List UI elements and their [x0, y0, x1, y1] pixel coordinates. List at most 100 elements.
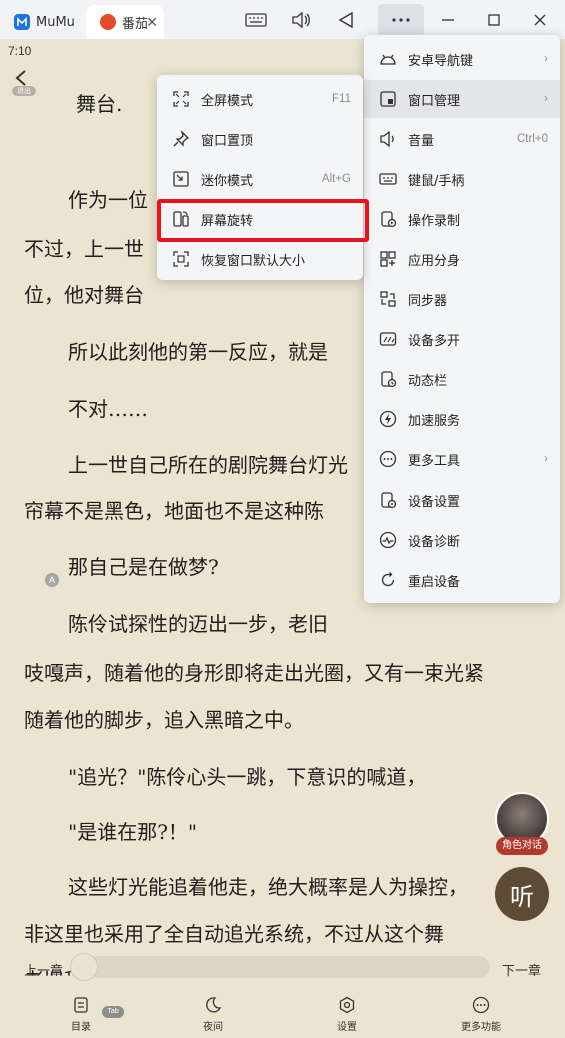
- menu-item-label: 音量: [408, 133, 435, 149]
- multi-instance-icon: [378, 329, 398, 349]
- paragraph: 所以此刻他的第一反应，就是: [68, 340, 328, 364]
- chapter-progress-track[interactable]: [70, 956, 490, 978]
- chapter-progress-thumb[interactable]: [70, 953, 98, 981]
- android-icon: [378, 49, 398, 69]
- moon-icon: [204, 996, 222, 1014]
- tab-shortcut-badge: Tab: [102, 1006, 124, 1018]
- pin-icon: [171, 129, 191, 149]
- catalog-icon: [72, 996, 90, 1014]
- paragraph: 不过，上一世: [24, 237, 144, 261]
- menu-item-label: 窗口置顶: [201, 133, 254, 149]
- close-icon[interactable]: [526, 6, 554, 34]
- menu-item-pin-window[interactable]: 窗口置顶: [157, 120, 363, 158]
- menu-item-label: 全屏模式: [201, 93, 254, 109]
- paragraph: 位，他对舞台: [24, 283, 144, 307]
- device-settings-icon: [378, 490, 398, 510]
- menu-item-fullscreen[interactable]: 全屏模式 F11: [157, 80, 363, 118]
- tab-label: MuMu: [36, 14, 75, 30]
- volume-icon[interactable]: [287, 6, 315, 34]
- menu-item-dynamic-bar[interactable]: 动态栏: [364, 360, 560, 398]
- menu-item-label: 键鼠/手柄: [408, 173, 465, 189]
- mumu-logo-icon: [14, 14, 30, 30]
- menu-item-app-clone[interactable]: 应用分身: [364, 240, 560, 278]
- menu-item-label: 设备诊断: [408, 534, 461, 550]
- record-icon: [378, 209, 398, 229]
- menu-item-more-tools[interactable]: 更多工具 ›: [364, 440, 560, 478]
- menu-item-label: 设备设置: [408, 494, 461, 510]
- menu-item-volume[interactable]: 音量 Ctrl+0: [364, 120, 560, 158]
- paragraph-comment-marker[interactable]: A: [45, 573, 59, 587]
- minimize-icon[interactable]: [434, 6, 462, 34]
- paragraph: 上一世自己所在的剧院舞台灯光: [68, 453, 348, 477]
- app-logo-icon: [100, 14, 116, 30]
- sync-icon: [378, 289, 398, 309]
- back-icon[interactable]: [332, 6, 360, 34]
- menu-item-restart[interactable]: 重启设备: [364, 561, 560, 599]
- menu-item-label: 动态栏: [408, 373, 448, 389]
- shortcut-label: Ctrl+0: [517, 133, 548, 145]
- menu-item-label: 加速服务: [408, 413, 461, 429]
- more-circle-icon: [472, 996, 490, 1014]
- nav-label: 设置: [337, 1022, 357, 1033]
- window-management-submenu: 全屏模式 F11 窗口置顶 迷你模式 Alt+G 屏幕旋转 恢复窗口默认大小: [157, 75, 363, 280]
- menu-item-label: 重启设备: [408, 574, 461, 590]
- paragraph: 陈伶试探性的迈出一步，老旧: [68, 612, 328, 636]
- volume-icon: [378, 129, 398, 149]
- paragraph: 作为一位: [68, 188, 148, 212]
- tab-label: 番茄: [122, 16, 149, 32]
- nav-settings[interactable]: 设置: [307, 996, 387, 1033]
- menu-item-label: 窗口管理: [408, 93, 461, 109]
- paragraph: 非这里也采用了全自动追光系统，不过从这个舞: [24, 922, 444, 946]
- tab-fanqie[interactable]: 番茄 ✕: [86, 5, 164, 39]
- menu-item-multi-instance[interactable]: 设备多开: [364, 320, 560, 358]
- settings-icon: [338, 996, 356, 1014]
- menu-item-record[interactable]: 操作录制: [364, 200, 560, 238]
- shortcut-label: Alt+G: [321, 173, 351, 185]
- fullscreen-icon: [171, 89, 191, 109]
- prev-chapter-button[interactable]: 上一章: [24, 960, 63, 979]
- diagnose-icon: [378, 530, 398, 550]
- chevron-right-icon: ›: [544, 93, 548, 105]
- menu-item-label: 应用分身: [408, 253, 461, 269]
- menu-item-android-nav[interactable]: 安卓导航键 ›: [364, 40, 560, 78]
- nav-more[interactable]: 更多功能: [441, 996, 521, 1033]
- menu-item-keymouse[interactable]: 键鼠/手柄: [364, 160, 560, 198]
- shortcut-label: F11: [332, 93, 351, 105]
- listen-button[interactable]: 听: [495, 867, 549, 921]
- nav-label: 更多功能: [461, 1022, 501, 1033]
- nav-night[interactable]: 夜间: [173, 996, 253, 1033]
- chevron-right-icon: ›: [544, 53, 548, 65]
- paragraph: "追光？"陈伶心头一跳，下意识的喊道，: [68, 765, 427, 789]
- menu-item-restore-size[interactable]: 恢复窗口默认大小: [157, 240, 363, 278]
- menu-item-mini-mode[interactable]: 迷你模式 Alt+G: [157, 160, 363, 198]
- window-icon: [378, 89, 398, 109]
- next-chapter-button[interactable]: 下一章: [502, 960, 541, 979]
- tab-mumu[interactable]: MuMu: [0, 5, 86, 39]
- paragraph: 这些灯光能追着他走，绝大概率是人为操控，: [68, 875, 468, 899]
- nav-label: 目录: [71, 1022, 91, 1033]
- maximize-icon[interactable]: [480, 6, 508, 34]
- menu-item-window-management[interactable]: 窗口管理 ›: [364, 80, 560, 118]
- paragraph: 不对……: [68, 397, 148, 421]
- menu-item-sync[interactable]: 同步器: [364, 280, 560, 318]
- chevron-right-icon: ›: [544, 453, 548, 465]
- lightning-icon: [378, 409, 398, 429]
- restart-icon: [378, 570, 398, 590]
- more-circle-icon: [378, 449, 398, 469]
- menu-item-label: 同步器: [408, 293, 448, 309]
- more-icon[interactable]: [378, 4, 424, 36]
- menu-item-label: 操作录制: [408, 213, 461, 229]
- keyboard-icon[interactable]: [242, 6, 270, 34]
- back-label: 退出: [12, 86, 36, 96]
- menu-item-device-settings[interactable]: 设备设置: [364, 481, 560, 519]
- reader-bottom-nav: 目录 Tab 夜间 设置 更多功能: [0, 990, 565, 1038]
- menu-item-label: 安卓导航键: [408, 53, 474, 69]
- paragraph: 舞台.: [76, 92, 123, 116]
- nav-label: 夜间: [203, 1022, 223, 1033]
- tab-close-icon[interactable]: ✕: [146, 15, 158, 31]
- menu-item-accelerate[interactable]: 加速服务: [364, 400, 560, 438]
- menu-item-diagnose[interactable]: 设备诊断: [364, 521, 560, 559]
- paragraph: 随着他的脚步，追入黑暗之中。: [24, 708, 304, 732]
- role-chat-button[interactable]: 角色对话: [496, 837, 548, 855]
- paragraph: 吱嘎声，随着他的身形即将走出光圈，又有一束光紧: [24, 661, 484, 685]
